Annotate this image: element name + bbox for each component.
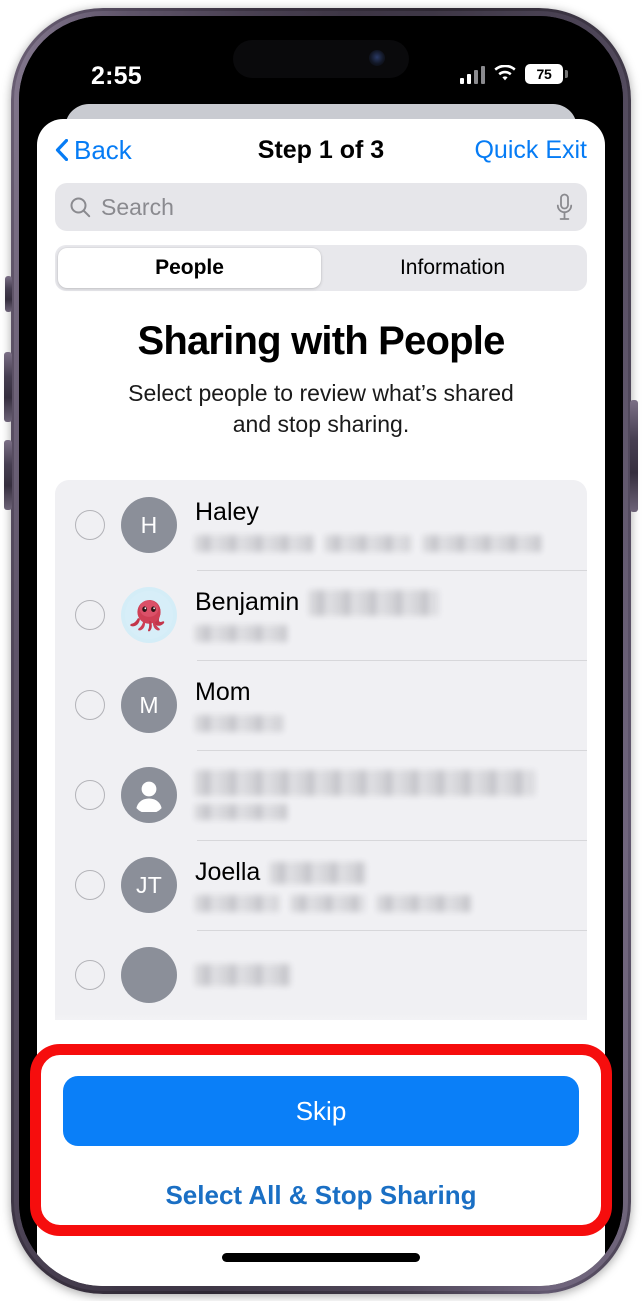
back-button-label: Back [74, 134, 132, 165]
status-bar-time: 2:55 [91, 62, 142, 90]
status-bar-indicators: 75 [459, 64, 568, 84]
avatar: H [121, 497, 177, 554]
search-icon [70, 197, 91, 218]
quick-exit-button[interactable]: Quick Exit [474, 136, 587, 165]
contact-name: Haley [195, 498, 259, 527]
row-checkbox[interactable] [75, 780, 105, 811]
front-camera-icon [369, 50, 385, 66]
redacted-text [325, 535, 411, 553]
row-checkbox[interactable] [75, 870, 105, 901]
volume-up-button[interactable] [4, 352, 12, 422]
row-name-line: Benjamin [195, 588, 575, 617]
redacted-text [195, 804, 287, 821]
contact-name: Joella [195, 858, 261, 887]
power-button[interactable] [630, 400, 638, 512]
battery-icon: 75 [525, 64, 568, 84]
row-checkbox[interactable] [75, 510, 105, 541]
row-text [177, 952, 587, 998]
mute-switch-button[interactable] [5, 276, 12, 312]
avatar: M [121, 677, 177, 734]
select-all-stop-sharing-button[interactable]: Select All & Stop Sharing [165, 1180, 476, 1211]
redacted-detail [195, 625, 575, 643]
redacted-text [195, 895, 279, 913]
bottom-action-bar: Skip Select All & Stop Sharing [37, 1054, 605, 1286]
octopus-memoji-icon [125, 591, 173, 640]
redacted-detail [195, 895, 575, 913]
redacted-contact-name [195, 770, 535, 797]
redacted-name-suffix [309, 589, 440, 616]
contact-name: Benjamin [195, 588, 300, 617]
avatar: JT [121, 857, 177, 914]
people-list: H Haley Benjamin M Mom JT Joella [55, 480, 587, 1021]
search-placeholder: Search [101, 193, 174, 220]
row-checkbox[interactable] [75, 690, 105, 721]
redacted-name-suffix [270, 861, 367, 884]
battery-percent-label: 75 [536, 66, 552, 82]
redacted-text [291, 895, 365, 913]
redacted-name-suffix [195, 964, 291, 987]
redacted-text [195, 535, 313, 553]
header-section: Sharing with People Select people to rev… [37, 291, 605, 440]
redacted-detail [195, 804, 575, 821]
search-input[interactable]: Search [55, 183, 587, 231]
redacted-text [195, 715, 283, 733]
tab-information[interactable]: Information [321, 248, 584, 288]
table-row[interactable]: Benjamin [55, 570, 587, 660]
phone-screen: 2:55 75 Back Step 1 of 3 Quick Exit Sear… [19, 16, 623, 1286]
row-checkbox[interactable] [75, 600, 105, 631]
row-text [177, 756, 587, 834]
table-row[interactable]: H Haley [55, 480, 587, 570]
redacted-detail [195, 535, 575, 553]
table-row[interactable] [55, 750, 587, 840]
avatar [121, 587, 177, 644]
volume-down-button[interactable] [4, 440, 12, 510]
avatar [121, 767, 177, 824]
table-row[interactable]: M Mom [55, 660, 587, 750]
row-text: Haley [177, 486, 587, 564]
row-text: Joella [177, 846, 587, 924]
row-name-line: Haley [195, 498, 575, 527]
back-button[interactable]: Back [55, 135, 132, 166]
navigation-bar: Back Step 1 of 3 Quick Exit [37, 119, 605, 181]
skip-button[interactable]: Skip [63, 1076, 579, 1146]
search-section: Search [37, 181, 605, 231]
redacted-detail [195, 715, 575, 733]
person-silhouette-icon [136, 781, 162, 813]
home-indicator[interactable] [222, 1253, 420, 1262]
redacted-text [377, 895, 471, 913]
modal-sheet: Back Step 1 of 3 Quick Exit Search Peopl… [37, 119, 605, 1286]
table-row[interactable]: JT Joella [55, 840, 587, 930]
row-name-line: Mom [195, 678, 575, 707]
row-text: Mom [177, 666, 587, 744]
tab-people[interactable]: People [58, 248, 321, 288]
row-checkbox[interactable] [75, 960, 105, 991]
segmented-control-section: People Information [37, 231, 605, 291]
wifi-icon [494, 65, 516, 81]
contact-name: Mom [195, 678, 251, 707]
microphone-icon[interactable] [556, 193, 573, 221]
redacted-text [423, 535, 541, 553]
row-name-line [195, 964, 575, 987]
header-title: Sharing with People [137, 319, 505, 363]
segmented-control[interactable]: People Information [55, 245, 587, 291]
row-text: Benjamin [177, 576, 587, 654]
table-row[interactable] [55, 930, 587, 1020]
avatar [121, 947, 177, 1004]
chevron-left-icon [55, 139, 68, 161]
cellular-signal-icon [459, 65, 485, 84]
row-name-line: Joella [195, 858, 575, 887]
redacted-text [195, 625, 287, 643]
header-subtitle: Select people to review what’s shared an… [128, 380, 514, 438]
screenshot-stage: 2:55 75 Back Step 1 of 3 Quick Exit Sear… [0, 0, 642, 1301]
